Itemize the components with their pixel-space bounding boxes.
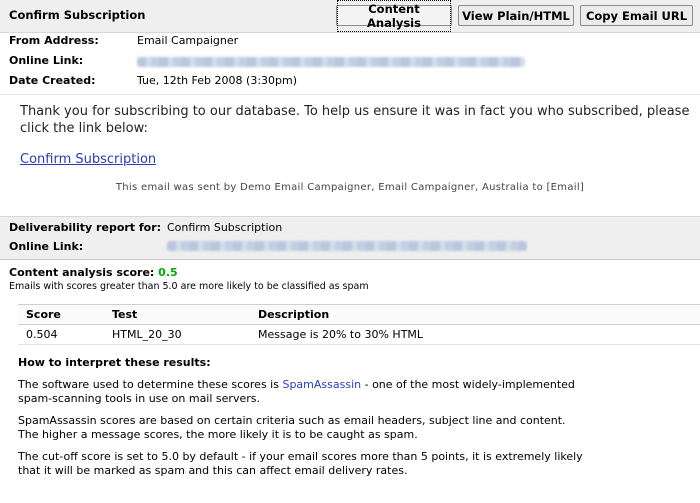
deliverability-online-link-label: Online Link:	[9, 240, 84, 253]
column-header-score: Score	[18, 304, 104, 325]
content-analysis-score: Content analysis score: 0.5	[9, 266, 178, 279]
interpret-paragraph-1: The software used to determine these sco…	[18, 378, 588, 406]
table-row: 0.504 HTML_20_30 Message is 20% to 30% H…	[18, 324, 700, 345]
cell-test: HTML_20_30	[104, 324, 250, 345]
column-header-description: Description	[250, 304, 700, 325]
email-footer-text: This email was sent by Demo Email Campai…	[115, 182, 585, 193]
online-link-label: Online Link:	[9, 54, 84, 67]
content-analysis-button[interactable]: Content Analysis	[336, 0, 452, 32]
date-created-value: Tue, 12th Feb 2008 (3:30pm)	[137, 74, 298, 87]
interpret-paragraph-2: SpamAssassin scores are based on certain…	[18, 414, 566, 441]
score-note: Emails with scores greater than 5.0 are …	[9, 281, 369, 292]
deliverability-report-label: Deliverability report for:	[9, 221, 162, 234]
from-address-label: From Address:	[9, 34, 99, 47]
confirm-subscription-link[interactable]: Confirm Subscription	[20, 152, 156, 167]
deliverability-online-link-url[interactable]	[167, 241, 527, 251]
content-analysis-label: Content Analysis	[337, 0, 451, 32]
cell-score: 0.504	[18, 324, 104, 345]
table-header-row: Score Test Description	[18, 304, 700, 325]
para1-text-before: The software used to determine these sco…	[18, 378, 283, 391]
deliverability-report-value: Confirm Subscription	[167, 221, 283, 234]
email-body-text: Thank you for subscribing to our databas…	[20, 104, 690, 136]
copy-email-url-button[interactable]: Copy Email URL	[580, 5, 693, 26]
date-created-label: Date Created:	[9, 74, 96, 87]
from-address-row: From Address: Email Campaigner	[0, 34, 700, 54]
cell-description: Message is 20% to 30% HTML	[250, 324, 700, 345]
column-header-test: Test	[104, 304, 250, 325]
online-link-url[interactable]	[137, 57, 525, 67]
date-created-row: Date Created: Tue, 12th Feb 2008 (3:30pm…	[0, 74, 700, 94]
email-preview: Thank you for subscribing to our databas…	[0, 94, 700, 215]
toolbar: Confirm Subscription Content Analysis Vi…	[0, 0, 700, 33]
results-table: Score Test Description 0.504 HTML_20_30 …	[18, 304, 700, 345]
score-label: Content analysis score:	[9, 266, 155, 279]
interpret-paragraph-3: The cut-off score is set to 5.0 by defau…	[18, 450, 583, 477]
score-value: 0.5	[158, 266, 178, 279]
from-address-value: Email Campaigner	[137, 34, 239, 47]
deliverability-panel: Deliverability report for: Confirm Subsc…	[0, 216, 700, 260]
interpret-heading: How to interpret these results:	[18, 356, 211, 369]
spamassassin-link[interactable]: SpamAssassin	[282, 378, 361, 391]
view-plain-html-button[interactable]: View Plain/HTML	[458, 5, 574, 26]
online-link-row: Online Link:	[0, 54, 700, 74]
page-title: Confirm Subscription	[9, 8, 146, 22]
